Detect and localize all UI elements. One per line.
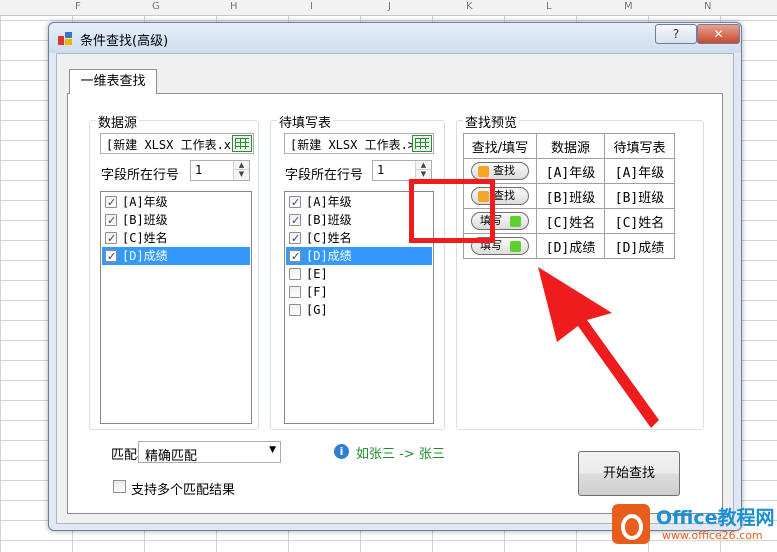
annotation-arrow-icon [538,267,659,428]
